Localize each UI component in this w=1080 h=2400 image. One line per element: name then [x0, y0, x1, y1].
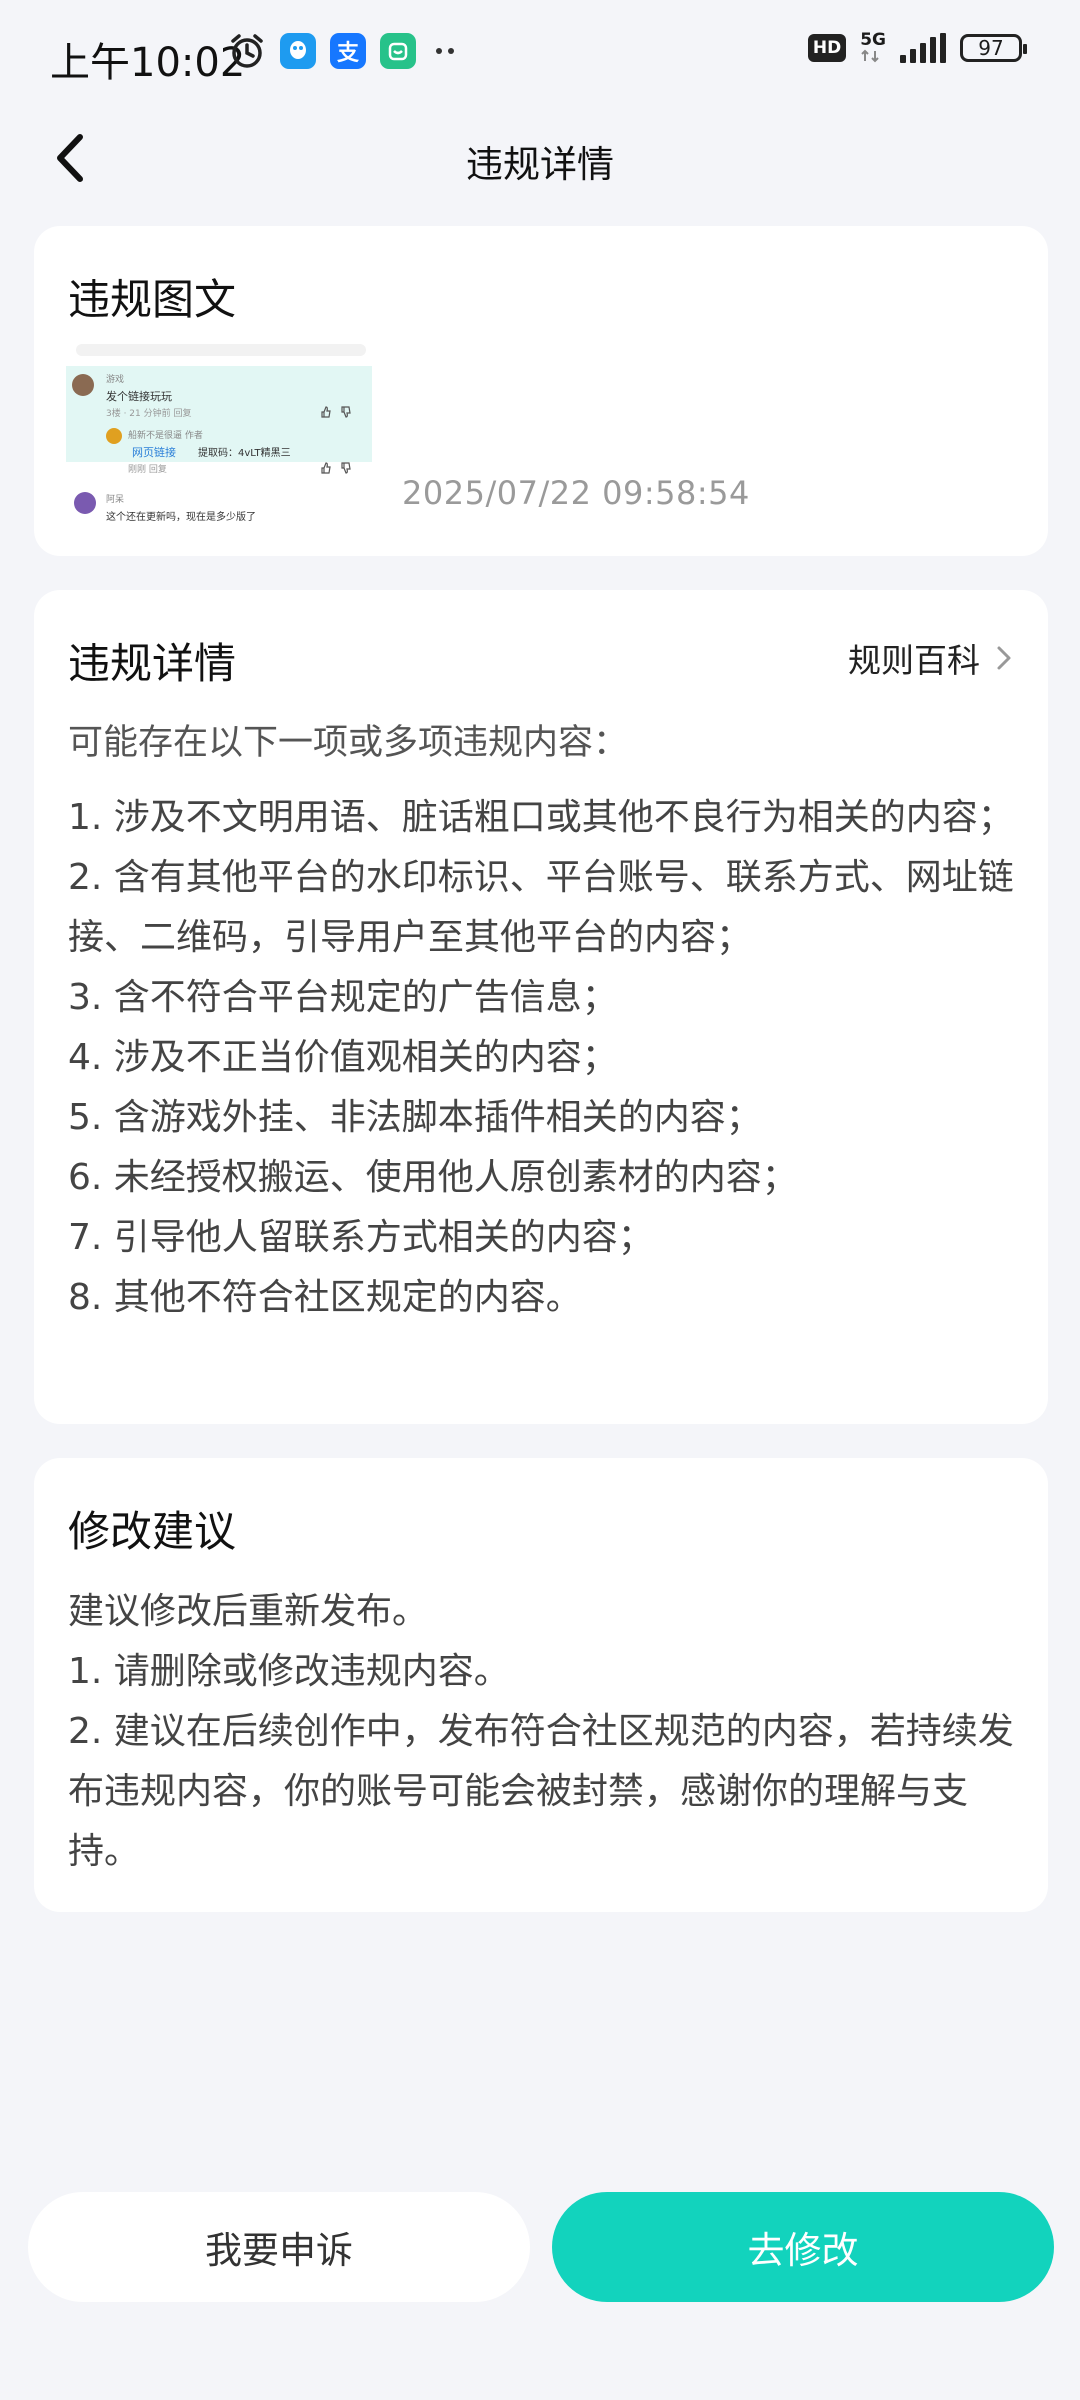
comment-text: 这个还在更新吗，现在是多少版了: [106, 512, 256, 523]
suggestion-line: 1. 请删除或修改违规内容。: [68, 1651, 510, 1692]
violation-item: 8. 其他不符合社区规定的内容。: [68, 1277, 582, 1318]
more-notifications-icon: [436, 48, 454, 54]
rules-encyclopedia-link[interactable]: 规则百科: [848, 634, 1012, 682]
battery-level: 97: [978, 35, 1004, 60]
suggestions-title: 修改建议: [68, 1507, 237, 1556]
suggestion-line: 建议修改后重新发布。: [68, 1591, 429, 1632]
reply-user: 船新不是很逼 作者: [128, 431, 203, 441]
comment-meta: 3楼 · 21 分钟前 回复: [106, 409, 192, 419]
nav-bar: 违规详情: [0, 108, 1080, 212]
violation-item: 5. 含游戏外挂、非法脚本插件相关的内容；: [68, 1097, 762, 1138]
chevron-right-icon: [997, 646, 1011, 670]
qq-app-icon: [280, 33, 316, 69]
violation-item: 1. 涉及不文明用语、脏话粗口或其他不良行为相关的内容；: [68, 797, 1014, 838]
violation-item: 4. 涉及不正当价值观相关的内容；: [68, 1037, 618, 1078]
violation-intro: 可能存在以下一项或多项违规内容：: [68, 723, 629, 763]
edit-button[interactable]: 去修改: [552, 2192, 1054, 2302]
appeal-button[interactable]: 我要申诉: [28, 2192, 530, 2302]
signal-strength-icon: [900, 32, 946, 63]
network-type: 5G: [860, 30, 886, 50]
system-icons: HD 5G 97: [807, 30, 1027, 63]
data-transfer-icon: [861, 49, 879, 63]
comment-user: 游戏: [106, 375, 125, 385]
violation-item: 6. 未经授权搬运、使用他人原创素材的内容；: [68, 1157, 798, 1198]
dislike-icon: [341, 462, 351, 474]
reply-code: 提取码：4vLT精黑三: [198, 448, 291, 459]
suggestions-text: 建议修改后重新发布。 1. 请删除或修改违规内容。 2. 建议在后续创作中，发布…: [68, 1582, 1018, 1882]
comment-user: 阿呆: [106, 495, 125, 505]
battery-icon: 97: [960, 33, 1027, 62]
violation-thumbnail[interactable]: 游戏 发个链接玩玩 3楼 · 21 分钟前 回复 船新不是很逼 作者 网页链接 …: [66, 344, 372, 524]
alarm-icon: [231, 34, 263, 68]
violation-item: 3. 含不符合平台规定的广告信息；: [68, 977, 618, 1018]
hd-badge: HD: [807, 33, 847, 62]
violation-items-list: 1. 涉及不文明用语、脏话粗口或其他不良行为相关的内容； 2. 含有其他平台的水…: [68, 788, 1018, 1328]
like-icon: [321, 406, 331, 418]
violation-details-title: 违规详情: [68, 639, 237, 688]
notification-icons: 支: [228, 32, 460, 70]
violation-timestamp: 2025/07/22 09:58:54: [402, 474, 750, 512]
violation-item: 2. 含有其他平台的水印标识、平台账号、联系方式、网址链接、二维码，引导用户至其…: [68, 857, 1014, 958]
page-title: 违规详情: [466, 143, 614, 186]
like-icon: [321, 462, 331, 474]
status-time: 上午10:02: [50, 40, 246, 86]
avatar: [106, 428, 122, 444]
reply-meta: 刚刚 回复: [128, 465, 167, 475]
suggestions-card: 修改建议 建议修改后重新发布。 1. 请删除或修改违规内容。 2. 建议在后续创…: [34, 1458, 1048, 1912]
reply-link: 网页链接: [132, 446, 176, 459]
dislike-icon: [341, 406, 351, 418]
violation-item: 7. 引导他人留联系方式相关的内容；: [68, 1217, 654, 1258]
rules-link-label: 规则百科: [848, 641, 980, 680]
violation-content-title: 违规图文: [68, 275, 237, 324]
comment-text: 发个链接玩玩: [106, 390, 172, 403]
violation-content-card: 违规图文 游戏 发个链接玩玩 3楼 · 21 分钟前 回复 船新不是很逼 作者 …: [34, 226, 1048, 556]
violation-details-card: 违规详情 规则百科 可能存在以下一项或多项违规内容： 1. 涉及不文明用语、脏话…: [34, 590, 1048, 1424]
status-bar: 上午10:02 支 HD 5G 97: [0, 0, 1080, 108]
suggestion-line: 2. 建议在后续创作中，发布符合社区规范的内容，若持续发布违规内容，你的账号可能…: [68, 1711, 1014, 1872]
green-app-icon: [380, 33, 416, 69]
alipay-app-icon: 支: [330, 33, 366, 69]
avatar: [74, 492, 96, 514]
avatar: [72, 374, 94, 396]
